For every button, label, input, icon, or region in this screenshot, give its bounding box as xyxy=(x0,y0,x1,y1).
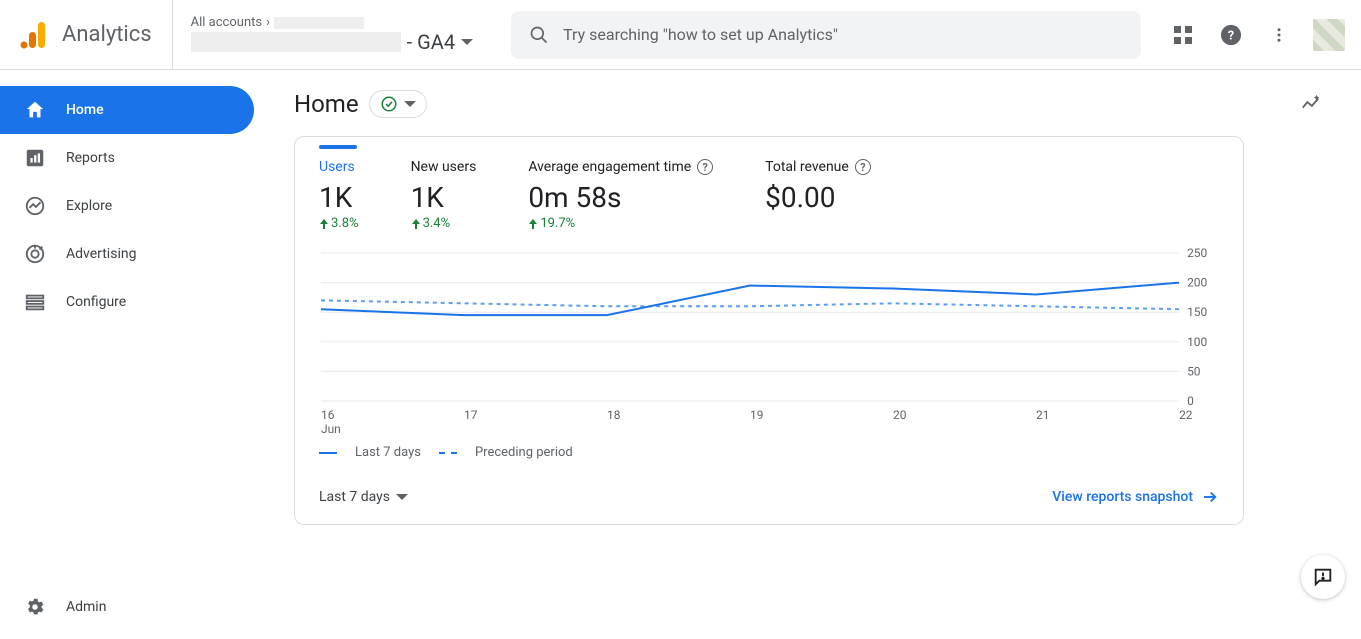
main-content: Home Users 1K 3.8% xyxy=(258,70,1361,639)
svg-text:20: 20 xyxy=(893,408,907,422)
metric-value: 1K xyxy=(319,181,359,214)
analytics-logo-icon xyxy=(20,20,48,50)
sidebar-item-label: Configure xyxy=(66,294,126,310)
svg-text:Jun: Jun xyxy=(321,422,341,436)
arrow-up-icon xyxy=(528,219,538,229)
metric-label: Total revenue ? xyxy=(765,159,871,175)
explore-icon xyxy=(24,195,46,217)
svg-text:18: 18 xyxy=(607,408,621,422)
svg-text:0: 0 xyxy=(1187,394,1194,408)
card-footer: Last 7 days View reports snapshot xyxy=(295,478,1243,524)
account-prefix: All accounts xyxy=(191,15,262,30)
overview-card: Users 1K 3.8% New users 1K 3.4% xyxy=(294,136,1244,525)
advertising-icon xyxy=(24,243,46,265)
svg-text:50: 50 xyxy=(1187,364,1201,378)
legend-swatch-current xyxy=(319,452,337,454)
property-suffix: - GA4 xyxy=(407,30,455,54)
help-icon[interactable]: ? xyxy=(855,159,871,175)
view-reports-link[interactable]: View reports snapshot xyxy=(1052,488,1219,506)
apps-icon[interactable] xyxy=(1169,21,1197,49)
help-icon[interactable]: ? xyxy=(1217,21,1245,49)
caret-down-icon xyxy=(396,494,408,500)
metric-new-users[interactable]: New users 1K 3.4% xyxy=(411,145,477,231)
metric-label: New users xyxy=(411,159,477,175)
svg-text:150: 150 xyxy=(1187,305,1207,319)
metric-users[interactable]: Users 1K 3.8% xyxy=(319,145,359,231)
metric-label: Average engagement time ? xyxy=(528,159,713,175)
sidebar-item-admin[interactable]: Admin xyxy=(0,583,254,631)
svg-text:21: 21 xyxy=(1036,408,1049,422)
legend-label: Preceding period xyxy=(475,445,573,460)
sidebar: Home Reports Explore Advertising Configu… xyxy=(0,70,258,639)
status-chip[interactable] xyxy=(369,90,427,118)
feedback-button[interactable] xyxy=(1301,555,1345,599)
legend-swatch-prev xyxy=(439,452,457,454)
chart-legend: Last 7 days Preceding period xyxy=(295,437,1243,478)
sidebar-item-advertising[interactable]: Advertising xyxy=(0,230,254,278)
sidebar-item-configure[interactable]: Configure xyxy=(0,278,254,326)
search-bar[interactable] xyxy=(511,11,1141,59)
metric-value: $0.00 xyxy=(765,181,871,214)
account-picker[interactable]: All accounts › - GA4 xyxy=(173,15,491,54)
svg-text:250: 250 xyxy=(1187,247,1207,260)
sidebar-item-explore[interactable]: Explore xyxy=(0,182,254,230)
chevron-right-icon: › xyxy=(266,15,270,30)
svg-text:?: ? xyxy=(1228,28,1234,43)
caret-down-icon xyxy=(461,39,473,45)
search-input[interactable] xyxy=(563,25,1123,44)
metric-value: 1K xyxy=(411,181,477,214)
metric-delta: 3.4% xyxy=(411,216,477,231)
property-name-redacted xyxy=(191,32,401,52)
metric-total-revenue[interactable]: Total revenue ? $0.00 xyxy=(765,145,871,231)
account-name-redacted xyxy=(274,17,364,29)
line-chart: 0 50 100 150 200 250 16 17 18 19 20 21 22 Jun xyxy=(319,247,1219,437)
feedback-icon xyxy=(1312,566,1334,588)
metric-value: 0m 58s xyxy=(528,181,713,214)
metric-delta: 19.7% xyxy=(528,216,713,231)
svg-text:19: 19 xyxy=(750,408,763,422)
help-icon[interactable]: ? xyxy=(697,159,713,175)
sidebar-item-label: Reports xyxy=(66,150,115,166)
arrow-up-icon xyxy=(319,219,329,229)
metric-delta: 3.8% xyxy=(319,216,359,231)
sidebar-item-home[interactable]: Home xyxy=(0,86,254,134)
svg-text:17: 17 xyxy=(464,408,478,422)
app-header: Analytics All accounts › - GA4 ? xyxy=(0,0,1361,70)
arrow-up-icon xyxy=(411,219,421,229)
gear-icon xyxy=(24,596,46,618)
metrics-row: Users 1K 3.8% New users 1K 3.4% xyxy=(295,137,1243,231)
svg-text:200: 200 xyxy=(1187,276,1207,290)
configure-icon xyxy=(24,291,46,313)
reports-icon xyxy=(24,147,46,169)
metric-label: Users xyxy=(319,159,359,175)
legend-label: Last 7 days xyxy=(355,445,421,460)
chart-wrap: 0 50 100 150 200 250 16 17 18 19 20 21 22 Jun xyxy=(295,231,1243,437)
brand: Analytics xyxy=(20,0,173,69)
check-circle-icon xyxy=(380,95,398,113)
sidebar-item-label: Home xyxy=(66,102,104,118)
sidebar-item-label: Advertising xyxy=(66,246,136,262)
search-icon xyxy=(529,25,549,45)
page-title: Home xyxy=(294,90,359,118)
brand-name: Analytics xyxy=(62,22,152,47)
more-vert-icon[interactable] xyxy=(1265,21,1293,49)
sidebar-item-label: Explore xyxy=(66,198,112,214)
metric-avg-engagement[interactable]: Average engagement time ? 0m 58s 19.7% xyxy=(528,145,713,231)
arrow-right-icon xyxy=(1201,488,1219,506)
sidebar-item-label: Admin xyxy=(66,599,106,615)
insights-icon[interactable] xyxy=(1297,90,1325,118)
date-range-picker[interactable]: Last 7 days xyxy=(319,489,408,505)
home-icon xyxy=(24,99,46,121)
avatar[interactable] xyxy=(1313,19,1345,51)
header-tools: ? xyxy=(1169,19,1345,51)
sidebar-item-reports[interactable]: Reports xyxy=(0,134,254,182)
svg-text:22: 22 xyxy=(1179,408,1193,422)
page-head: Home xyxy=(294,90,1325,118)
caret-down-icon xyxy=(404,101,416,107)
svg-text:100: 100 xyxy=(1187,335,1207,349)
svg-text:16: 16 xyxy=(321,408,335,422)
